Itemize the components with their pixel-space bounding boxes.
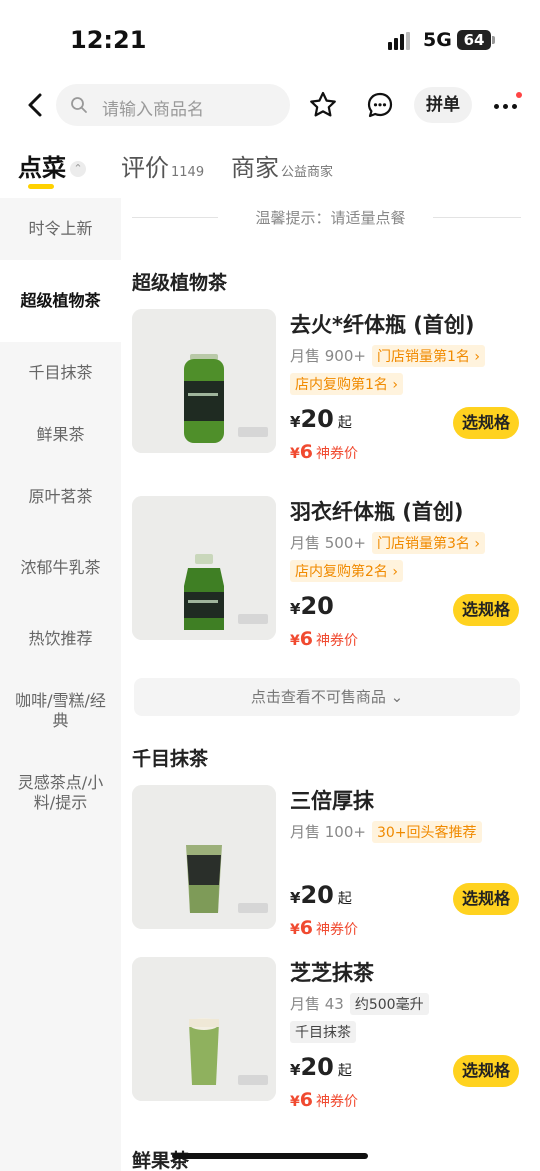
monthly-sales: 月售 100+ 30+回头客推荐 bbox=[290, 821, 482, 843]
product-item[interactable]: 羽衣纤体瓶 (首创) 月售 500+ 门店销量第3名 › 店内复购第2名 › ¥2… bbox=[121, 496, 540, 650]
sidebar-item-active[interactable]: 超级植物茶 bbox=[0, 260, 121, 342]
tab-order-label: 点菜 bbox=[18, 154, 66, 182]
product-item[interactable]: 去火*纤体瓶 (首创) 月售 900+ 门店销量第1名 › 店内复购第1名 › ¥… bbox=[121, 309, 540, 463]
monthly-sales: 月售 43 约500毫升 bbox=[290, 993, 429, 1015]
favorite-star-icon[interactable] bbox=[308, 90, 338, 120]
coupon-price: ¥6 神券价 bbox=[290, 1089, 358, 1111]
tab-order[interactable]: 点菜 ⌃ bbox=[18, 148, 86, 183]
sidebar-item[interactable]: 时令上新 bbox=[0, 198, 121, 260]
tab-bar: 点菜 ⌃ 评价 1149 商家 公益商家 bbox=[0, 148, 540, 196]
view-unavailable-button[interactable]: 点击查看不可售商品 ⌄ bbox=[134, 678, 520, 716]
price: ¥20 起 bbox=[290, 1053, 352, 1081]
status-bar: 12:21 5G 64 bbox=[0, 0, 540, 80]
sidebar-item[interactable]: 千目抹茶 bbox=[0, 342, 121, 404]
coupon-price: ¥6 神券价 bbox=[290, 917, 358, 939]
sidebar-item[interactable]: 原叶茗茶 bbox=[0, 466, 121, 528]
chevron-down-icon: ⌄ bbox=[390, 688, 404, 706]
product-item[interactable]: 三倍厚抹 月售 100+ 30+回头客推荐 ¥20 起 ¥6 神券价 选规格 bbox=[121, 785, 540, 939]
select-spec-button[interactable]: 选规格 bbox=[453, 407, 519, 439]
signal-icon bbox=[388, 32, 414, 50]
group-order-button[interactable]: 拼单 bbox=[414, 87, 472, 123]
coupon-price: ¥6 神券价 bbox=[290, 628, 358, 650]
more-menu-icon[interactable] bbox=[494, 92, 522, 116]
repurchase-badge[interactable]: 店内复购第1名 › bbox=[290, 373, 403, 395]
product-name: 三倍厚抹 bbox=[290, 789, 374, 813]
collapse-up-icon[interactable]: ⌃ bbox=[70, 161, 86, 177]
product-image[interactable] bbox=[132, 309, 276, 453]
network-label: 5G bbox=[423, 29, 452, 51]
back-arrow-icon[interactable] bbox=[22, 90, 50, 120]
price: ¥20 起 bbox=[290, 405, 352, 433]
view-unavailable-label: 点击查看不可售商品 bbox=[250, 688, 386, 706]
merchant-badge: 公益商家 bbox=[281, 165, 334, 180]
product-name: 去火*纤体瓶 (首创) bbox=[290, 313, 475, 337]
menu-content: 温馨提示：请适量点餐 超级植物茶 去火*纤体瓶 (首创) 月售 900+ 门店销量… bbox=[121, 198, 540, 1171]
search-input[interactable]: 请输入商品名 bbox=[56, 84, 290, 126]
tab-reviews[interactable]: 评价 1149 bbox=[121, 148, 204, 183]
rank-badge[interactable]: 门店销量第3名 › bbox=[371, 532, 485, 554]
product-item[interactable]: 芝芝抹茶 月售 43 约500毫升 千目抹茶 ¥20 起 ¥6 神券价 选规格 bbox=[121, 957, 540, 1111]
select-spec-button[interactable]: 选规格 bbox=[453, 883, 519, 915]
coupon-price: ¥6 神券价 bbox=[290, 441, 358, 463]
top-nav: 请输入商品名 拼单 bbox=[0, 80, 540, 130]
sidebar-item[interactable]: 浓郁牛乳茶 bbox=[0, 528, 121, 608]
active-tab-indicator bbox=[28, 184, 54, 189]
rank-badge[interactable]: 门店销量第1名 › bbox=[371, 345, 485, 367]
section-title: 超级植物茶 bbox=[132, 272, 228, 294]
battery-icon: 64 bbox=[457, 30, 491, 50]
product-image[interactable] bbox=[132, 785, 276, 929]
divider bbox=[433, 217, 521, 218]
section-title: 千目抹茶 bbox=[132, 748, 209, 770]
home-indicator[interactable] bbox=[172, 1153, 368, 1159]
tab-reviews-label: 评价 bbox=[121, 154, 169, 182]
notification-dot bbox=[516, 92, 522, 98]
monthly-sales: 月售 500+ 门店销量第3名 › bbox=[290, 532, 485, 554]
product-name: 羽衣纤体瓶 (首创) bbox=[290, 500, 464, 524]
product-image[interactable] bbox=[132, 496, 276, 640]
select-spec-button[interactable]: 选规格 bbox=[453, 1055, 519, 1087]
sidebar-item[interactable]: 热饮推荐 bbox=[0, 608, 121, 670]
sidebar-item[interactable]: 咖啡/雪糕/经典 bbox=[0, 670, 121, 752]
monthly-sales: 月售 900+ 门店销量第1名 › bbox=[290, 345, 485, 367]
status-time: 12:21 bbox=[70, 26, 147, 54]
price: ¥20 bbox=[290, 592, 334, 620]
product-name: 芝芝抹茶 bbox=[290, 961, 374, 985]
repeat-customer-badge: 30+回头客推荐 bbox=[371, 821, 482, 843]
review-count: 1149 bbox=[171, 165, 205, 180]
sidebar-item[interactable]: 鲜果茶 bbox=[0, 404, 121, 466]
search-placeholder: 请输入商品名 bbox=[102, 100, 204, 120]
tab-merchant-label: 商家 bbox=[231, 154, 279, 182]
battery-tip bbox=[492, 36, 495, 44]
product-image[interactable] bbox=[132, 957, 276, 1101]
repurchase-badge[interactable]: 店内复购第2名 › bbox=[290, 560, 403, 582]
tab-merchant[interactable]: 商家 公益商家 bbox=[231, 148, 333, 183]
select-spec-button[interactable]: 选规格 bbox=[453, 594, 519, 626]
category-sidebar: 时令上新 超级植物茶 千目抹茶 鲜果茶 原叶茗茶 浓郁牛乳茶 热饮推荐 咖啡/雪… bbox=[0, 198, 121, 1171]
volume-badge: 约500毫升 bbox=[349, 993, 429, 1015]
message-icon[interactable] bbox=[366, 91, 394, 119]
sidebar-item[interactable]: 灵感茶点/小料/提示 bbox=[0, 752, 121, 834]
series-badge: 千目抹茶 bbox=[290, 1021, 356, 1043]
price: ¥20 起 bbox=[290, 881, 352, 909]
search-icon bbox=[71, 97, 87, 113]
